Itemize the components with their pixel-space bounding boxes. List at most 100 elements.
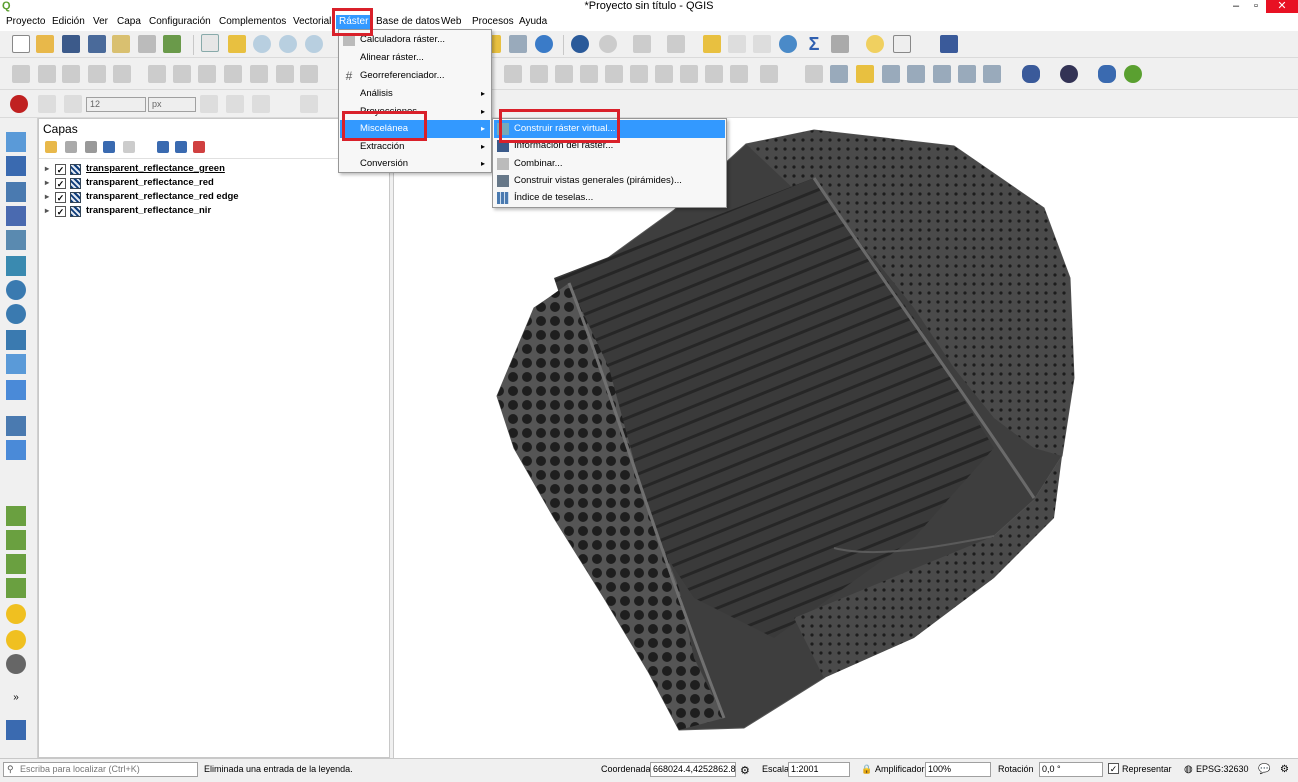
layer-item[interactable]: ▸ ✓ transparent_reflectance_red bbox=[45, 176, 214, 190]
add-wms-icon[interactable] bbox=[6, 280, 26, 300]
add-spatialite-icon[interactable] bbox=[6, 230, 26, 250]
attribute-table-icon[interactable] bbox=[728, 35, 746, 53]
add-vector-layer-icon[interactable] bbox=[6, 132, 26, 152]
undo-icon[interactable] bbox=[276, 65, 294, 83]
digitize-icon[interactable] bbox=[680, 65, 698, 83]
expand-all-icon[interactable] bbox=[157, 141, 169, 153]
expand-arrow-icon[interactable]: ▸ bbox=[45, 204, 55, 218]
add-postgis-icon[interactable] bbox=[6, 256, 26, 276]
expand-arrow-icon[interactable]: ▸ bbox=[45, 190, 55, 204]
collapse-all-icon[interactable] bbox=[175, 141, 187, 153]
python-icon[interactable] bbox=[1098, 65, 1116, 83]
zoom-in-icon[interactable] bbox=[253, 35, 271, 53]
rotation-field[interactable]: 0,0 ° bbox=[1039, 762, 1103, 777]
digitize-icon[interactable] bbox=[705, 65, 723, 83]
local-stretch-icon[interactable] bbox=[6, 578, 26, 598]
snap-type-icon[interactable] bbox=[64, 95, 82, 113]
menu-procesos[interactable]: Procesos bbox=[469, 15, 517, 29]
pan-to-selection-icon[interactable] bbox=[228, 35, 246, 53]
menu-edicion[interactable]: Edición bbox=[49, 15, 88, 29]
copy-features-icon[interactable] bbox=[224, 65, 242, 83]
digitize-icon[interactable] bbox=[630, 65, 648, 83]
label-icon[interactable] bbox=[882, 65, 900, 83]
digitize-icon[interactable] bbox=[504, 65, 522, 83]
layer-visibility-checkbox[interactable]: ✓ bbox=[55, 205, 66, 217]
delete-selected-icon[interactable] bbox=[173, 65, 191, 83]
refresh-icon[interactable] bbox=[535, 35, 553, 53]
label-icon[interactable] bbox=[958, 65, 976, 83]
maximize-button[interactable]: ▫ bbox=[1246, 0, 1266, 13]
filter-expression-icon[interactable] bbox=[123, 141, 135, 153]
tracing-icon[interactable] bbox=[300, 95, 318, 113]
save-project-icon[interactable] bbox=[62, 35, 80, 53]
add-wcs-icon[interactable] bbox=[6, 304, 26, 324]
menu-ver[interactable]: Ver bbox=[90, 15, 111, 29]
plugins-update-icon[interactable]: ⚙ bbox=[1280, 764, 1289, 775]
open-styling-icon[interactable] bbox=[45, 141, 57, 153]
snapping-magnet-icon[interactable] bbox=[10, 95, 28, 113]
histogram-icon[interactable] bbox=[6, 506, 26, 526]
identify-icon[interactable] bbox=[571, 35, 589, 53]
digitize-icon[interactable] bbox=[530, 65, 548, 83]
magnifier-field[interactable]: 100% bbox=[925, 762, 991, 777]
redo-icon[interactable] bbox=[300, 65, 318, 83]
vertex-tool-icon[interactable] bbox=[113, 65, 131, 83]
new-geopackage-icon[interactable] bbox=[6, 416, 26, 436]
menu-vectorial[interactable]: Vectorial bbox=[290, 15, 334, 29]
menu-item-georreferenciador[interactable]: # Georreferenciador... bbox=[340, 67, 490, 85]
current-edits-icon[interactable] bbox=[12, 65, 30, 83]
snap-layer-icon[interactable] bbox=[38, 95, 56, 113]
open-project-icon[interactable] bbox=[36, 35, 54, 53]
digitize-icon[interactable] bbox=[655, 65, 673, 83]
plugin-icon[interactable] bbox=[1060, 65, 1078, 83]
lock-scale-icon[interactable]: 🔒 bbox=[861, 764, 872, 775]
crs-button[interactable]: EPSG:32630 bbox=[1196, 764, 1249, 774]
menu-base-de-datos[interactable]: Base de datos bbox=[373, 15, 443, 29]
map-tips-icon[interactable] bbox=[866, 35, 884, 53]
menu-item-conversion[interactable]: Conversión ▸ bbox=[340, 155, 490, 173]
toggle-editing-icon[interactable] bbox=[38, 65, 56, 83]
actions-icon[interactable] bbox=[599, 35, 617, 53]
menu-item-indice-teselas[interactable]: Índice de teselas... bbox=[494, 189, 725, 207]
histogram-stretch-icon[interactable] bbox=[6, 530, 26, 550]
snapping-tolerance-field[interactable]: 12 bbox=[86, 97, 146, 112]
add-mesh-layer-icon[interactable] bbox=[6, 182, 26, 202]
self-snap-icon[interactable] bbox=[252, 95, 270, 113]
modify-attributes-icon[interactable] bbox=[148, 65, 166, 83]
new-print-layout-icon[interactable] bbox=[112, 35, 130, 53]
save-edits-icon[interactable] bbox=[62, 65, 80, 83]
help-icon[interactable] bbox=[940, 35, 958, 53]
menu-proyecto[interactable]: Proyecto bbox=[3, 15, 48, 29]
intersection-icon[interactable] bbox=[226, 95, 244, 113]
coordinate-field[interactable]: 668024.4,4252862.8 bbox=[650, 762, 736, 777]
bookmark-icon[interactable] bbox=[509, 35, 527, 53]
statistics-sigma-icon[interactable]: Σ bbox=[805, 35, 823, 53]
add-wfs-icon[interactable] bbox=[6, 330, 26, 350]
toolbox-gear-icon[interactable] bbox=[779, 35, 797, 53]
menu-ayuda[interactable]: Ayuda bbox=[516, 15, 550, 29]
label-icon[interactable] bbox=[805, 65, 823, 83]
label-icon[interactable] bbox=[907, 65, 925, 83]
close-button[interactable]: ✕ bbox=[1266, 0, 1298, 13]
manage-themes-icon[interactable] bbox=[85, 141, 97, 153]
menu-item-alinear-raster[interactable]: Alinear ráster... bbox=[340, 49, 490, 67]
local-histogram-icon[interactable] bbox=[6, 554, 26, 574]
zoom-out-icon[interactable] bbox=[279, 35, 297, 53]
render-checkbox[interactable]: ✓ bbox=[1108, 763, 1119, 774]
zoom-native-icon[interactable] bbox=[305, 35, 323, 53]
digitize-icon[interactable] bbox=[760, 65, 778, 83]
expand-arrow-icon[interactable]: ▸ bbox=[45, 176, 55, 190]
digitize-icon[interactable] bbox=[555, 65, 573, 83]
deselect-icon[interactable] bbox=[703, 35, 721, 53]
style-manager-icon[interactable] bbox=[163, 35, 181, 53]
scale-combobox[interactable]: 1:2001 bbox=[788, 762, 850, 777]
menu-item-analisis[interactable]: Análisis ▸ bbox=[340, 85, 490, 103]
new-project-icon[interactable] bbox=[12, 35, 30, 53]
digitize-icon[interactable] bbox=[730, 65, 748, 83]
digitize-icon[interactable] bbox=[605, 65, 623, 83]
toggle-extents-icon[interactable]: ⚙ bbox=[740, 764, 750, 777]
menu-web[interactable]: Web bbox=[438, 15, 464, 29]
contrast-icon[interactable] bbox=[6, 654, 26, 674]
menu-capa[interactable]: Capa bbox=[114, 15, 144, 29]
add-feature-icon[interactable] bbox=[88, 65, 106, 83]
